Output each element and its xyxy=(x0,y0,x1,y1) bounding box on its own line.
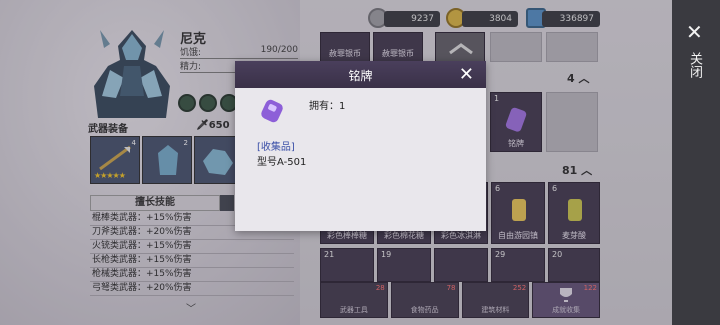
modal-title: 铭牌 xyxy=(348,69,373,83)
close-icon[interactable]: ✕ xyxy=(686,20,703,44)
item-model: 型号A-501 xyxy=(257,157,307,168)
modal-header: 铭牌 ✕ xyxy=(235,61,486,88)
close-label[interactable]: 关闭 xyxy=(686,52,702,78)
owned-count: 拥有：1 xyxy=(309,101,346,112)
nameplate-icon xyxy=(261,99,283,123)
side-panel xyxy=(672,0,720,325)
item-category: [收集品] xyxy=(257,142,295,153)
close-icon[interactable]: ✕ xyxy=(459,64,474,85)
item-detail-modal: 铭牌 ✕ 拥有：1 [收集品] 型号A-501 xyxy=(235,61,486,231)
